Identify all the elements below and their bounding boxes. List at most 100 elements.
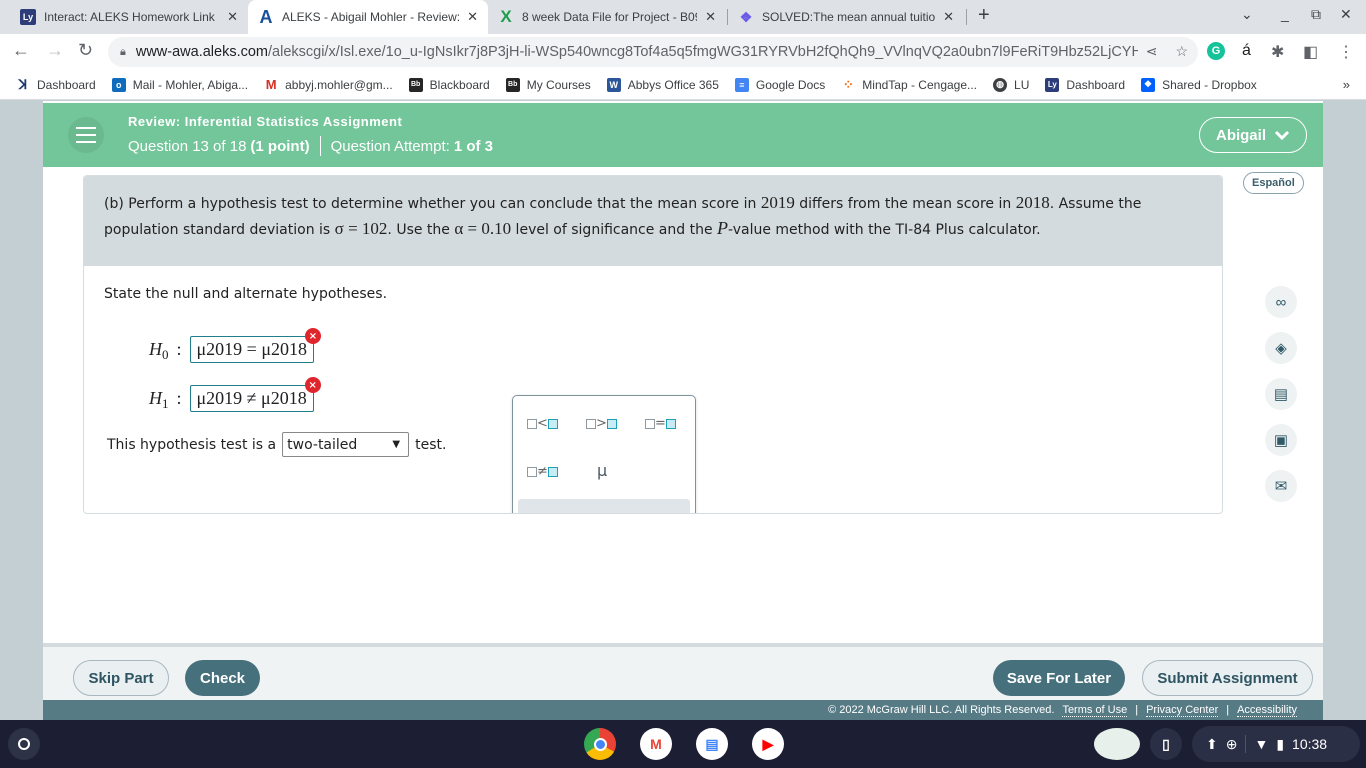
chevron-down-icon [1274, 130, 1290, 141]
phone-hub-icon[interactable]: ▯ [1150, 728, 1182, 760]
close-tab-icon[interactable]: ✕ [467, 9, 478, 25]
tab-interact-aleks[interactable]: Ly Interact: ALEKS Homework Link ✕ [10, 0, 248, 34]
grammarly-icon[interactable]: G [1207, 42, 1225, 60]
assignment-header: Review: Inferential Statistics Assignmen… [43, 103, 1323, 167]
accent-extension-icon[interactable]: á [1242, 42, 1251, 60]
equals-key[interactable]: = [645, 416, 676, 431]
accessibility-link[interactable]: Accessibility [1237, 704, 1297, 717]
separator: | [1135, 704, 1139, 716]
h0-label: H [149, 339, 162, 359]
side-panel-icon[interactable]: ◧ [1303, 42, 1318, 62]
bookmark-dashboard[interactable]: ꓘ Dashboard [16, 77, 96, 92]
terms-link[interactable]: Terms of Use [1062, 704, 1128, 717]
palette-action-bar: × ↺ [518, 499, 690, 513]
bookmark-lu[interactable]: ◍ LU [993, 77, 1029, 92]
hint-lightbulb-icon[interactable]: ▤ [1265, 378, 1297, 410]
glasses-icon[interactable]: ∞ [1265, 286, 1297, 318]
user-menu-button[interactable]: Abigail [1199, 117, 1307, 153]
save-for-later-button[interactable]: Save For Later [993, 660, 1125, 696]
greater-than-key[interactable]: > [586, 416, 617, 431]
tab-data-file[interactable]: X 8 week Data File for Project - B09 ✕ [488, 0, 726, 34]
reload-icon[interactable]: ↻ [78, 40, 93, 61]
bookmark-google-docs[interactable]: ≡ Google Docs [734, 77, 825, 92]
aleks-icon: A [259, 6, 273, 27]
prompt-text: -value method with the TI-84 Plus calcul… [728, 222, 1041, 238]
bookmark-label: Shared - Dropbox [1162, 77, 1257, 92]
share-icon[interactable]: ⋖ [1146, 43, 1158, 60]
test-type-suffix: test. [415, 436, 447, 453]
ebook-icon[interactable]: ▣ [1265, 424, 1297, 456]
not-equal-key[interactable]: ≠ [527, 464, 558, 479]
bookmark-dropbox[interactable]: ❖ Shared - Dropbox [1141, 77, 1257, 92]
docs-app-icon[interactable]: ▤ [696, 728, 728, 760]
mu-key[interactable]: μ [597, 461, 607, 480]
forward-icon[interactable]: → [46, 40, 64, 61]
prompt-text: . Assume the [1049, 196, 1142, 212]
bookmark-office365[interactable]: W Abbys Office 365 [606, 77, 719, 92]
restore-icon[interactable]: ⧉ [1311, 6, 1321, 23]
tab-separator [966, 9, 967, 25]
youtube-app-icon[interactable]: ▶ [752, 728, 784, 760]
tab-search-icon[interactable]: ⌄ [1241, 6, 1253, 23]
close-tab-icon[interactable]: ✕ [943, 9, 954, 25]
outlook-icon: o [111, 77, 126, 92]
system-tray[interactable]: ⬆ ⊕ ▼ ▮ 10:38 [1192, 726, 1360, 762]
clear-icon[interactable]: × [553, 509, 565, 513]
address-bar[interactable]: 🔒︎ www-awa.aleks.com /alekscgi/x/Isl.exe… [108, 37, 1198, 67]
bookmark-blackboard[interactable]: Bb Blackboard [408, 77, 490, 92]
tab-aleks-review[interactable]: A ALEKS - Abigail Mohler - Review: ✕ [248, 0, 488, 34]
holding-space-thumbnail[interactable] [1094, 728, 1140, 760]
bookmark-star-icon[interactable]: ☆ [1175, 43, 1188, 60]
bookmark-gmail[interactable]: Mabbyj.mohler@gm... [264, 77, 393, 92]
espanol-button[interactable]: Español [1243, 172, 1304, 194]
prompt-text: differs from the mean score in [794, 196, 1016, 212]
more-bookmarks-icon[interactable]: » [1343, 77, 1350, 92]
h1-answer-input[interactable]: μ2019 ≠ μ2018 × [189, 377, 321, 412]
alternate-hypothesis-row: H1 : μ2019 ≠ μ2018 × [149, 377, 321, 412]
bookmark-mindtap[interactable]: ⁘ MindTap - Cengage... [841, 76, 977, 92]
privacy-link[interactable]: Privacy Center [1146, 704, 1219, 717]
tab-solved[interactable]: ❖ SOLVED:The mean annual tuition ✕ [728, 0, 964, 34]
divider [1245, 735, 1247, 753]
test-type-row: This hypothesis test is a two-tailed ▼ t… [107, 432, 446, 457]
skip-part-button[interactable]: Skip Part [73, 660, 169, 696]
test-type-prefix: This hypothesis test is a [107, 436, 277, 453]
less-than-key[interactable]: < [527, 416, 558, 431]
bookmark-mail[interactable]: o Mail - Mohler, Abiga... [111, 77, 249, 92]
close-tab-icon[interactable]: ✕ [227, 9, 238, 25]
extensions-puzzle-icon[interactable]: ✱ [1271, 42, 1284, 62]
submit-assignment-button[interactable]: Submit Assignment [1142, 660, 1313, 696]
null-hypothesis-row: H0 : μ2019 = μ2018 × [149, 328, 321, 363]
h1-label: H [149, 388, 162, 408]
add-icon: ⊕ [1225, 735, 1238, 752]
close-tab-icon[interactable]: ✕ [705, 9, 716, 25]
bookmark-my-courses[interactable]: Bb My Courses [505, 77, 591, 92]
test-type-select[interactable]: two-tailed ▼ [282, 432, 410, 457]
page-footer: © 2022 McGraw Hill LLC. All Rights Reser… [43, 700, 1323, 720]
bookmark-label: Mail - Mohler, Abiga... [132, 77, 249, 92]
close-window-icon[interactable]: ✕ [1340, 6, 1352, 23]
gmail-app-icon[interactable]: M [640, 728, 672, 760]
prompt-year: 2019 [760, 193, 795, 212]
error-icon: × [304, 328, 321, 344]
menu-kebab-icon[interactable]: ⋮ [1338, 42, 1354, 62]
upload-icon: ⬆ [1206, 735, 1218, 752]
menu-hamburger-icon[interactable] [68, 117, 104, 153]
dropdown-arrow-icon: ▼ [392, 439, 401, 450]
mindtap-icon: ⁘ [842, 76, 854, 92]
bookmark-dashboard-lu[interactable]: Ly Dashboard [1045, 77, 1125, 92]
direction-sign-icon[interactable]: ◈ [1265, 332, 1297, 364]
back-icon[interactable]: ← [12, 40, 30, 61]
h0-answer-input[interactable]: μ2019 = μ2018 × [189, 328, 321, 363]
minimize-icon[interactable]: _ [1281, 6, 1289, 22]
h0-subscript: 0 [162, 346, 169, 362]
launcher-button[interactable] [8, 728, 40, 760]
check-button[interactable]: Check [185, 660, 260, 696]
mail-icon[interactable]: ✉ [1265, 470, 1297, 502]
undo-icon[interactable]: ↺ [638, 509, 655, 513]
new-tab-button[interactable]: + [978, 4, 990, 27]
chrome-icon[interactable] [584, 728, 616, 760]
wifi-icon: ▼ [1254, 736, 1269, 752]
side-tools: ∞ ◈ ▤ ▣ ✉ [1265, 286, 1297, 516]
action-bar: Skip Part Check Save For Later Submit As… [43, 643, 1323, 700]
